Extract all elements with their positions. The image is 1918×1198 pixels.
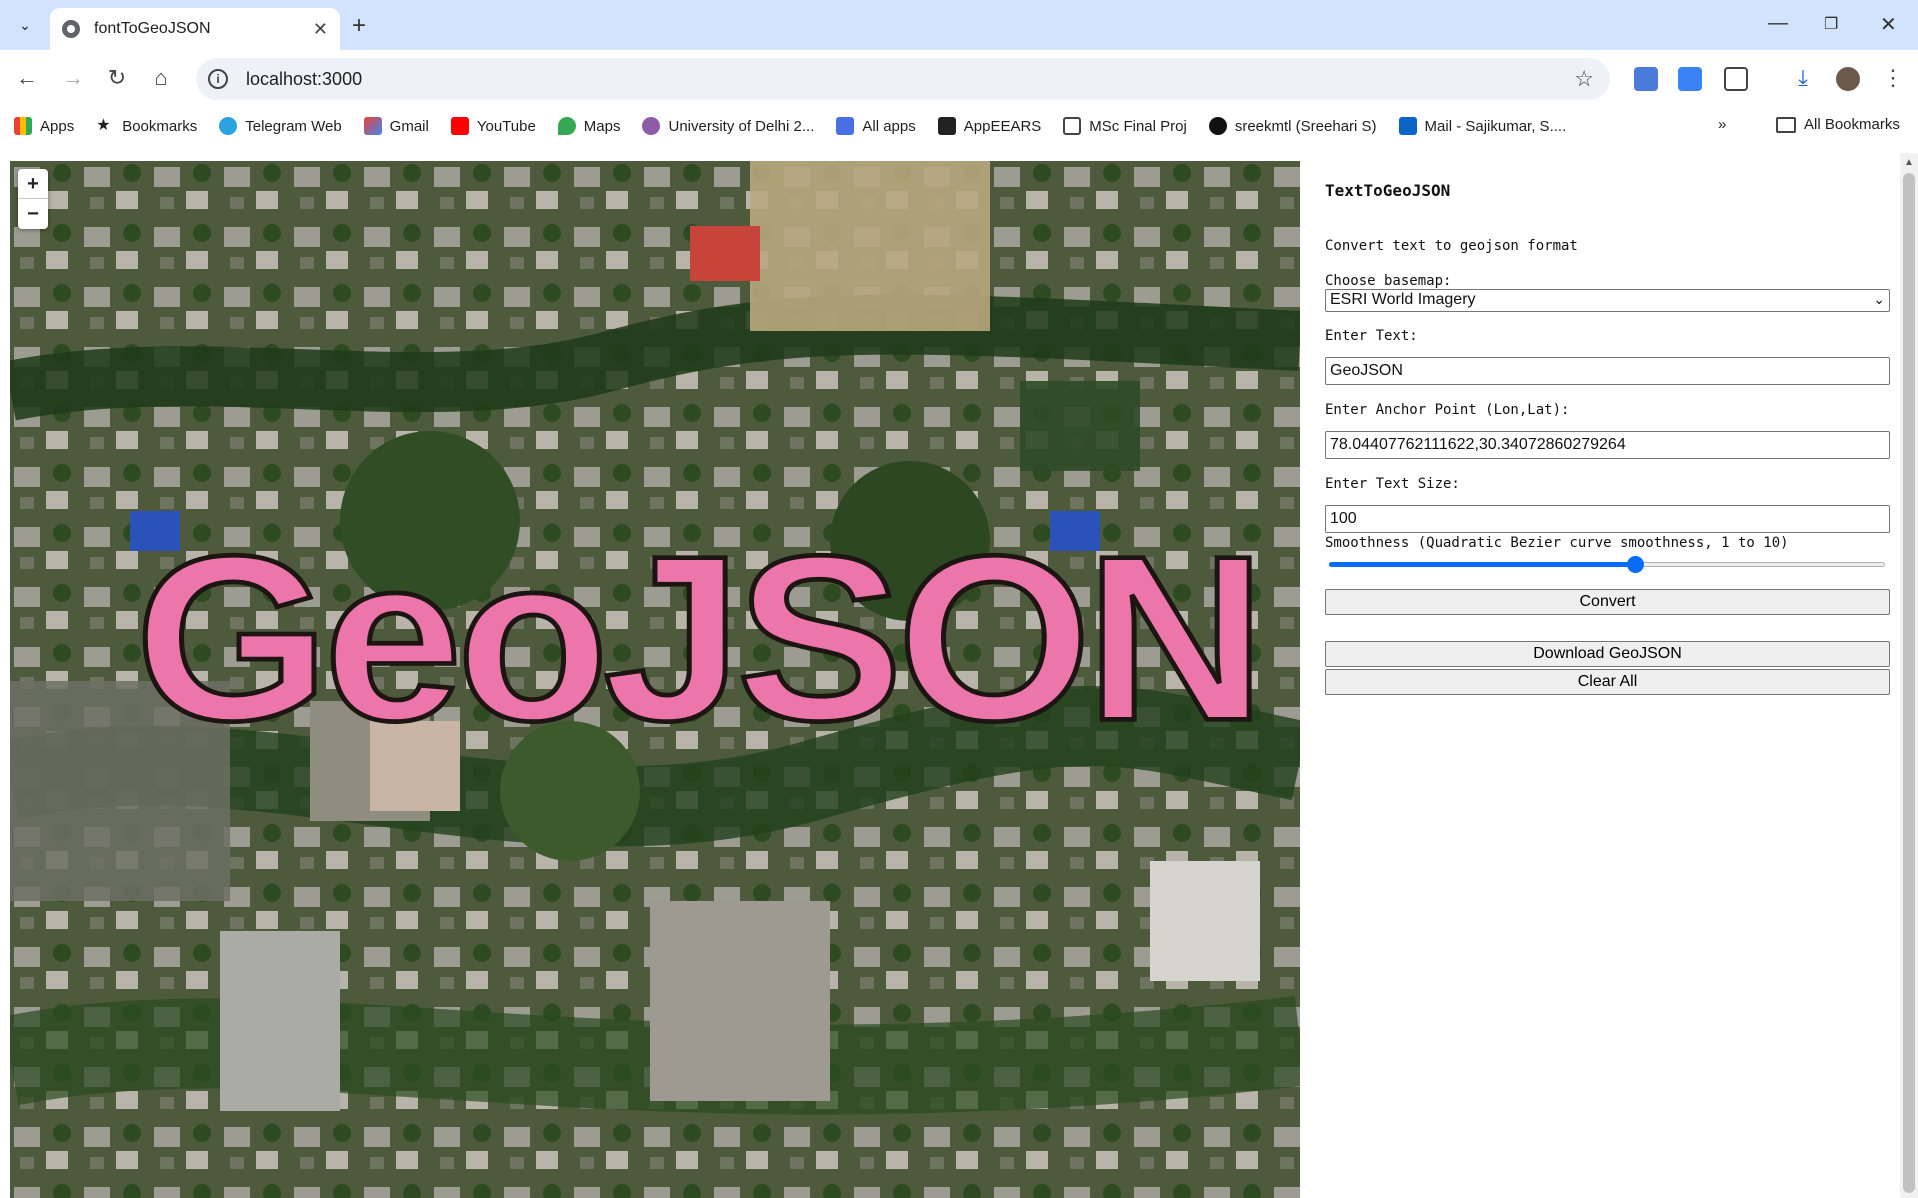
new-tab-icon[interactable]: +	[352, 12, 366, 40]
all-bookmarks[interactable]: All Bookmarks	[1776, 116, 1900, 133]
tab-strip: ⌄ fontToGeoJSON ✕ + — ❐ ✕	[0, 0, 1918, 50]
restore-icon[interactable]: ❐	[1824, 14, 1838, 34]
bookmark-appeears[interactable]: AppEEARS	[937, 117, 1041, 135]
clear-all-button[interactable]: Clear All	[1325, 669, 1890, 695]
star-icon: ★	[96, 117, 111, 134]
youtube-icon	[450, 117, 469, 135]
anchor-input[interactable]: 78.04407762111622,30.34072860279264	[1325, 431, 1890, 459]
bookmark-star-icon[interactable]: ☆	[1574, 66, 1594, 92]
university-icon	[642, 117, 661, 135]
extensions-puzzle-icon[interactable]	[1724, 67, 1748, 91]
browser-tab[interactable]: fontToGeoJSON ✕	[50, 8, 340, 50]
basemap-select[interactable]: ESRI World Imagery ⌄	[1325, 289, 1890, 312]
download-geojson-button[interactable]: Download GeoJSON	[1325, 641, 1890, 667]
menu-icon[interactable]: ⋮	[1878, 65, 1908, 91]
outlook-icon	[1398, 117, 1417, 135]
smoothness-slider[interactable]	[1325, 555, 1885, 573]
bookmark-msc-folder[interactable]: MSc Final Proj	[1063, 117, 1187, 135]
zoom-in-button[interactable]: +	[18, 169, 48, 199]
basemap-label: Choose basemap:	[1325, 273, 1452, 289]
close-window-icon[interactable]: ✕	[1880, 12, 1897, 37]
bookmark-all-apps[interactable]: All apps	[836, 117, 916, 135]
zoom-out-button[interactable]: −	[18, 199, 48, 229]
address-bar[interactable]: i localhost:3000 ☆	[196, 58, 1610, 100]
browser-toolbar: ← → ↻ ⌂ i localhost:3000 ☆ ⤓ ⋮	[0, 50, 1918, 108]
close-tab-icon[interactable]: ✕	[313, 19, 328, 40]
globe-icon	[62, 20, 80, 38]
text-input[interactable]: GeoJSON	[1325, 357, 1890, 385]
bookmark-mail[interactable]: Mail - Sajikumar, S....	[1398, 117, 1566, 135]
more-bookmarks-icon[interactable]: »	[1718, 116, 1726, 133]
scroll-up-icon[interactable]: ▲	[1904, 157, 1914, 168]
bookmark-university[interactable]: University of Delhi 2...	[642, 117, 814, 135]
anchor-label: Enter Anchor Point (Lon,Lat):	[1325, 402, 1570, 418]
download-icon[interactable]: ⤓	[1788, 65, 1818, 91]
page-scrollbar[interactable]: ▲	[1900, 153, 1918, 1198]
folder-icon	[1776, 116, 1796, 133]
zoom-control: + −	[18, 169, 48, 229]
size-input[interactable]: 100	[1325, 505, 1890, 533]
smoothness-label: Smoothness (Quadratic Bezier curve smoot…	[1325, 535, 1789, 551]
bookmark-youtube[interactable]: YouTube	[450, 117, 536, 135]
telegram-icon	[219, 117, 238, 135]
basemap-value: ESRI World Imagery	[1330, 291, 1476, 308]
bookmark-bookmarks[interactable]: ★ Bookmarks	[96, 117, 197, 135]
panel-title: TextToGeoJSON	[1325, 181, 1451, 200]
slider-fill	[1329, 562, 1635, 567]
url-text: localhost:3000	[246, 68, 363, 89]
chevron-down-icon: ⌄	[1873, 291, 1885, 307]
site-info-icon[interactable]: i	[208, 69, 228, 89]
text-label: Enter Text:	[1325, 328, 1418, 344]
bookmark-gmail[interactable]: Gmail	[363, 117, 429, 135]
tab-search-icon[interactable]: ⌄	[8, 10, 42, 40]
tab-title: fontToGeoJSON	[94, 20, 211, 37]
back-icon[interactable]: ←	[12, 65, 42, 91]
apps-arrow-icon	[836, 117, 855, 135]
bookmark-maps[interactable]: Maps	[557, 117, 620, 135]
gmail-icon	[363, 117, 382, 135]
apps-grid-icon	[14, 117, 32, 135]
avatar[interactable]	[1836, 67, 1860, 91]
reload-icon[interactable]: ↻	[102, 65, 132, 91]
geojson-text-overlay: GeoJSON	[133, 506, 1269, 770]
translate-icon[interactable]	[1678, 67, 1702, 91]
bookmark-telegram[interactable]: Telegram Web	[219, 117, 342, 135]
scrollbar-thumb[interactable]	[1903, 173, 1915, 1193]
bookmarks-bar: Apps ★ Bookmarks Telegram Web Gmail YouTu…	[0, 108, 1918, 144]
slider-thumb[interactable]	[1627, 556, 1644, 573]
github-icon	[1208, 117, 1227, 135]
bookmark-apps[interactable]: Apps	[14, 117, 74, 135]
size-label: Enter Text Size:	[1325, 476, 1460, 492]
convert-button[interactable]: Convert	[1325, 589, 1890, 615]
panel-description: Convert text to geojson format	[1325, 238, 1578, 254]
forward-icon[interactable]: →	[58, 65, 88, 91]
maps-pin-icon	[557, 117, 576, 135]
appeears-icon	[937, 117, 956, 135]
minimize-icon[interactable]: —	[1768, 12, 1788, 35]
extension-icon[interactable]	[1634, 67, 1658, 91]
bookmark-github[interactable]: sreekmtl (Sreehari S)	[1208, 117, 1377, 135]
control-panel: TextToGeoJSON Convert text to geojson fo…	[1325, 161, 1890, 695]
map-view[interactable]: GeoJSON + −	[10, 161, 1300, 1198]
home-icon[interactable]: ⌂	[146, 65, 176, 91]
folder-icon	[1063, 117, 1082, 135]
